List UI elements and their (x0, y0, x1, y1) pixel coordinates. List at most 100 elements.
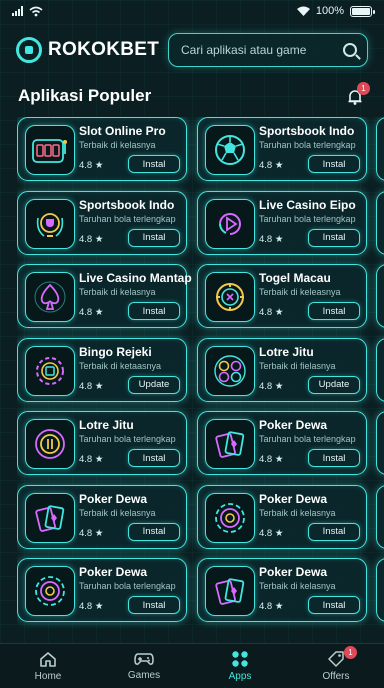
app-subtitle: Taruhan bola terlengkap (259, 140, 356, 150)
nav-games[interactable]: Games (109, 651, 179, 681)
instal-button[interactable]: Instal (308, 449, 360, 467)
app-rating: 4.8 ★ (79, 307, 104, 318)
instal-button[interactable]: Instal (128, 228, 180, 247)
app-rating: 4.8 ★ (79, 233, 104, 245)
signal-icon (12, 6, 23, 16)
brand-logo[interactable]: ROKOKBET (16, 37, 159, 63)
app-title: Lotre Jitu (259, 344, 314, 359)
app-card[interactable]: Lotre Jitu Taruhan bola terlengkap 4.8 ★… (17, 411, 187, 475)
instal-button[interactable]: Instal (308, 302, 360, 320)
app-card[interactable]: Poker Dewa Terbaik di kelasnya 4.8 ★ Ins… (197, 484, 367, 549)
app-card-peek[interactable] (376, 558, 384, 622)
soccer-ball-icon (205, 125, 255, 175)
update-button[interactable]: Update (308, 375, 360, 394)
app-subtitle: Terbaik di kelasnya (79, 140, 156, 150)
app-title: Poker Dewa (259, 491, 328, 506)
notification-bell[interactable]: 1 (346, 82, 370, 106)
search-placeholder: Cari aplikasi atau game (181, 43, 307, 57)
poker-chip-icon (205, 492, 255, 543)
app-rating: 4.8 ★ (259, 601, 284, 612)
app-card[interactable]: Bingo Rejeki Terbaik di ketaasnya 4.8 ★ … (17, 337, 187, 402)
app-rating: 4.8 ★ (79, 527, 104, 539)
app-title: Slot Online Pro (79, 124, 166, 138)
app-subtitle: Terbaik di fielasnya (259, 360, 336, 371)
app-title: Bingo Rejeki (79, 344, 152, 359)
app-card[interactable]: Togel Macau Terbaik di keleasnya 4.8 ★ I… (197, 264, 367, 328)
section-title: Aplikasi Populer (18, 86, 152, 105)
app-card-peek[interactable] (376, 337, 384, 402)
trophy-icon (25, 198, 75, 249)
header: ROKOKBET Cari aplikasi atau game (16, 30, 368, 70)
app-subtitle: Terbaik di kelasnya (259, 581, 336, 591)
tag-icon (328, 651, 344, 667)
search-input[interactable]: Cari aplikasi atau game (168, 33, 368, 67)
app-rating: 4.8 ★ (79, 454, 104, 465)
app-title: Sportsbook Indo (259, 124, 355, 138)
app-card[interactable]: Sportsbook Indo Taruhan bola terlengkap … (197, 117, 367, 181)
instal-button[interactable]: Instal (308, 522, 360, 541)
app-subtitle: Taruhan bola terlengkap (79, 213, 176, 224)
apps-grid-icon (232, 651, 248, 667)
app-card[interactable]: Slot Online Pro Terbaik di kelasnya 4.8 … (17, 117, 187, 181)
app-subtitle: Terbaik di ketaasnya (79, 360, 162, 371)
app-rating: 4.8 ★ (79, 601, 104, 612)
app-card[interactable]: Sportsbook Indo Taruhan bola terlengkap … (17, 190, 187, 255)
app-subtitle: Terbaik di kelasnya (79, 507, 156, 518)
nav-games-label: Games (127, 670, 161, 681)
app-card[interactable]: Poker Dewa Terbaik di kelasnya 4.8 ★ Ins… (17, 484, 187, 549)
app-title: Sportsbook Indo (79, 197, 175, 212)
app-rating: 4.8 ★ (259, 160, 284, 171)
app-card[interactable]: Live Casino Mantap Terbaik di kelasnya 4… (17, 264, 192, 328)
app-title: Poker Dewa (79, 491, 148, 506)
app-card[interactable]: Poker Dewa Taruhan bola terlengkap 4.8 ★… (197, 411, 367, 475)
app-rating: 4.8 ★ (79, 160, 104, 171)
app-title: Poker Dewa (259, 418, 328, 432)
nav-apps-label: Apps (228, 671, 252, 682)
app-card[interactable]: Live Casino Eipo Taruhan bola terlengkap… (197, 190, 367, 255)
app-card[interactable]: Lotre Jitu Terbaik di fielasnya 4.8 ★ Up… (197, 337, 367, 402)
instal-button[interactable]: Instal (308, 155, 360, 173)
playing-cards-icon (25, 492, 75, 543)
playing-cards-icon (205, 419, 255, 469)
app-card[interactable]: Poker Dewa Terbaik di kelasnya 4.8 ★ Ins… (197, 558, 367, 622)
app-rating: 4.8 ★ (259, 307, 284, 318)
lottery-balls-icon (205, 345, 255, 396)
app-subtitle: Taruhan bola terlengkap (79, 434, 176, 444)
instal-button[interactable]: Instal (308, 596, 360, 614)
app-title: Lotre Jitu (79, 418, 134, 432)
instal-button[interactable]: Instal (128, 155, 180, 173)
app-card[interactable]: Poker Dewa Taruhan bola terlengkap 4.8 ★… (17, 558, 187, 622)
app-subtitle: Taruhan bola terlengkap (79, 581, 176, 591)
wifi-icon (296, 6, 310, 16)
app-card-peek[interactable] (376, 264, 384, 328)
spade-icon (25, 272, 75, 322)
instal-button[interactable]: Instal (128, 596, 180, 614)
offers-badge: 1 (344, 646, 357, 659)
instal-button[interactable]: Instal (128, 449, 180, 467)
app-rating: 4.8 ★ (259, 454, 284, 465)
app-card-peek[interactable] (376, 117, 384, 181)
app-card-peek[interactable] (376, 484, 384, 549)
app-card-peek[interactable] (376, 411, 384, 475)
battery-percent: 100% (315, 5, 344, 17)
slot-machine-icon (25, 125, 75, 175)
nav-home[interactable]: Home (13, 651, 83, 682)
app-title: Live Casino Eipo (259, 197, 356, 212)
nav-apps[interactable]: Apps (205, 650, 275, 682)
app-card-peek[interactable] (376, 190, 384, 255)
nav-offers-label: Offers (322, 671, 350, 682)
app-title: Poker Dewa (79, 565, 148, 579)
nav-home-label: Home (34, 670, 62, 682)
notification-badge: 1 (357, 82, 370, 95)
nav-offers[interactable]: Offers 1 (301, 646, 371, 682)
app-subtitle: Taruhan bola terlengkap (259, 434, 356, 444)
poker-chip-icon (25, 566, 75, 616)
app-rating: 4.8 ★ (79, 380, 104, 392)
battery-icon (350, 5, 375, 17)
search-icon[interactable] (343, 43, 357, 57)
instal-button[interactable]: Instal (128, 302, 180, 320)
instal-button[interactable]: Instal (308, 228, 360, 247)
instal-button[interactable]: Instal (128, 522, 180, 541)
update-button[interactable]: Update (128, 375, 180, 394)
chip-icon (205, 272, 255, 322)
